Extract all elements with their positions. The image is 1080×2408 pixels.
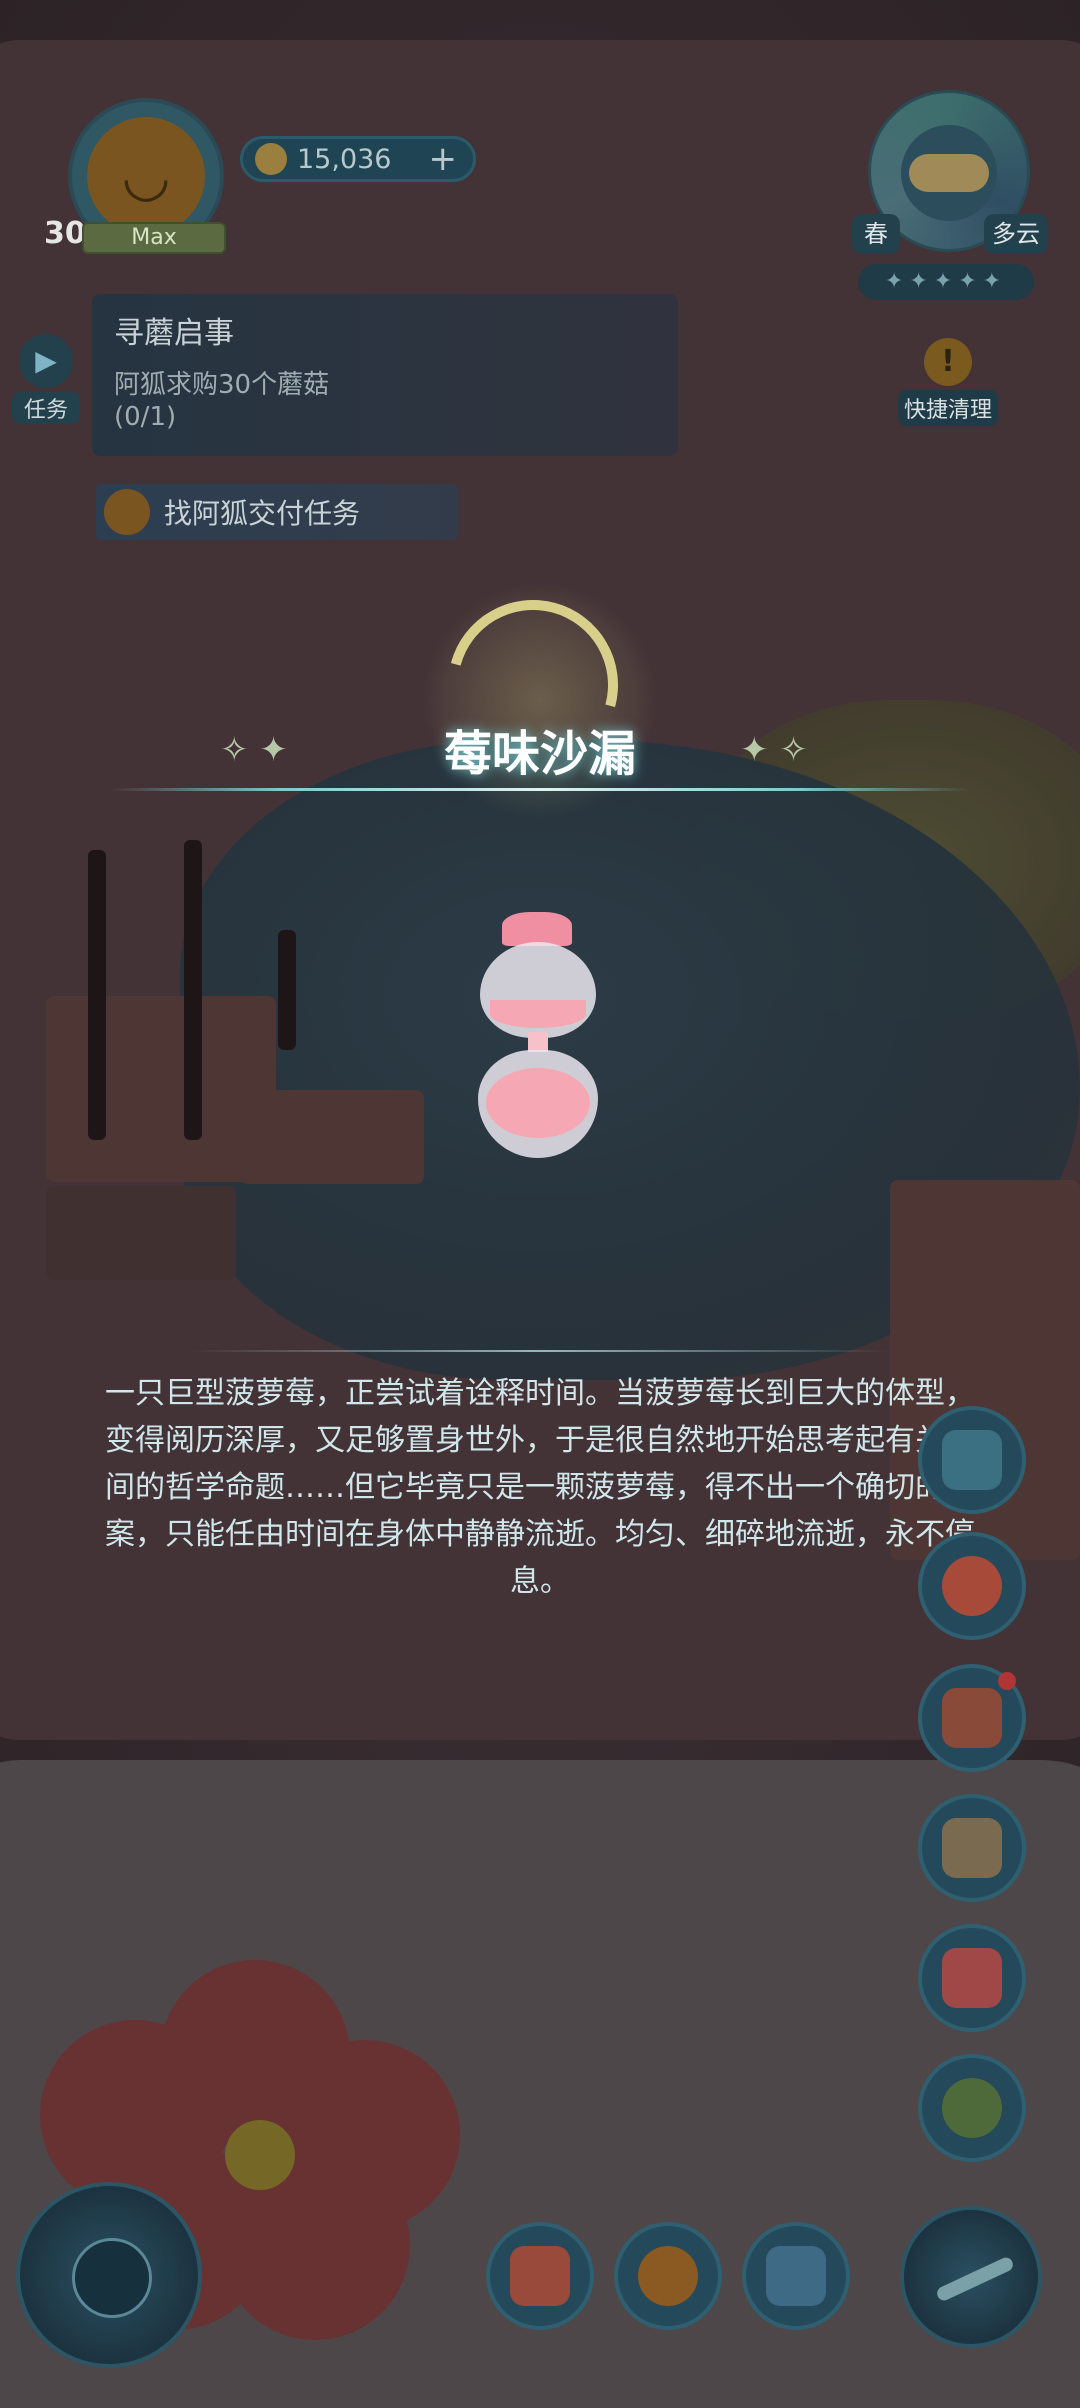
fox-friend-button[interactable]: [614, 2222, 722, 2330]
fox-avatar-icon: ◡: [87, 117, 205, 235]
deliver-quest-button[interactable]: 找阿狐交付任务: [96, 484, 458, 540]
coin-counter[interactable]: 15,036 +: [240, 136, 476, 182]
deliver-label: 找阿狐交付任务: [164, 497, 361, 530]
play-icon: ▶: [19, 334, 73, 388]
camera-button[interactable]: [918, 1794, 1026, 1902]
shop-icon: [510, 2246, 570, 2306]
weather-widget[interactable]: 春 多云: [852, 90, 1048, 260]
c-badge-icon: [942, 1430, 1002, 1490]
alert-icon: !: [924, 338, 972, 386]
moon-phase-dial[interactable]: [16, 2182, 202, 2368]
megaphone-button[interactable]: [918, 1532, 1026, 1640]
bare-tree: [184, 840, 202, 1140]
quest-tab-label: 任务: [12, 392, 80, 424]
quest-tab[interactable]: ▶ 任务: [12, 334, 80, 432]
divider: [190, 1350, 890, 1352]
quest-description: 阿狐求购30个蘑菇: [114, 370, 330, 400]
megaphone-icon: [942, 1556, 1002, 1616]
quest-progress: (0/1): [114, 402, 177, 432]
star-rating: ✦✦✦✦✦: [858, 264, 1034, 300]
level-status: Max: [82, 222, 226, 254]
hammer-icon: [942, 1948, 1002, 2008]
quick-clear-button[interactable]: ! 快捷清理: [888, 338, 1008, 428]
bare-tree: [278, 930, 296, 1050]
book-icon: [942, 1688, 1002, 1748]
hourglass-icon: [468, 912, 608, 1162]
fox-icon: [638, 2246, 698, 2306]
item-name: 莓味沙漏: [443, 726, 636, 782]
quest-title: 寻蘑启事: [114, 316, 234, 351]
moon-phase-icon: [72, 2238, 152, 2318]
cloud-icon: [909, 154, 989, 192]
weather-label: 多云: [984, 214, 1048, 254]
item-description: 一只巨型菠萝莓，正尝试着诠释时间。当菠萝莓长到巨大的体型，变得阅历深厚，又足够置…: [105, 1376, 975, 1599]
notification-badge: [998, 1672, 1016, 1690]
quick-clear-label: 快捷清理: [897, 390, 998, 426]
journal-button[interactable]: [918, 1664, 1026, 1772]
farm-plot: [46, 1186, 236, 1280]
backpack-button[interactable]: [742, 2222, 850, 2330]
compass-button[interactable]: [900, 2206, 1042, 2348]
coin-icon: [255, 143, 287, 175]
shop-button[interactable]: [486, 2222, 594, 2330]
farm-plot: [240, 1090, 424, 1184]
sprout-button[interactable]: [918, 2054, 1026, 2162]
fox-icon: [104, 489, 150, 535]
backpack-icon: [766, 2246, 826, 2306]
sprout-icon: [942, 2078, 1002, 2138]
season-label: 春: [852, 214, 900, 254]
compass-needle-icon: [934, 2255, 1016, 2303]
coin-value: 15,036: [297, 143, 392, 175]
player-level: 30: [44, 216, 86, 251]
side-button-c[interactable]: [918, 1406, 1026, 1514]
tool-button[interactable]: [918, 1924, 1026, 2032]
bare-tree: [88, 850, 106, 1140]
quest-panel[interactable]: 寻蘑启事 阿狐求购30个蘑菇 (0/1): [92, 294, 678, 456]
add-coins-icon[interactable]: +: [429, 139, 458, 179]
camera-icon: [942, 1818, 1002, 1878]
